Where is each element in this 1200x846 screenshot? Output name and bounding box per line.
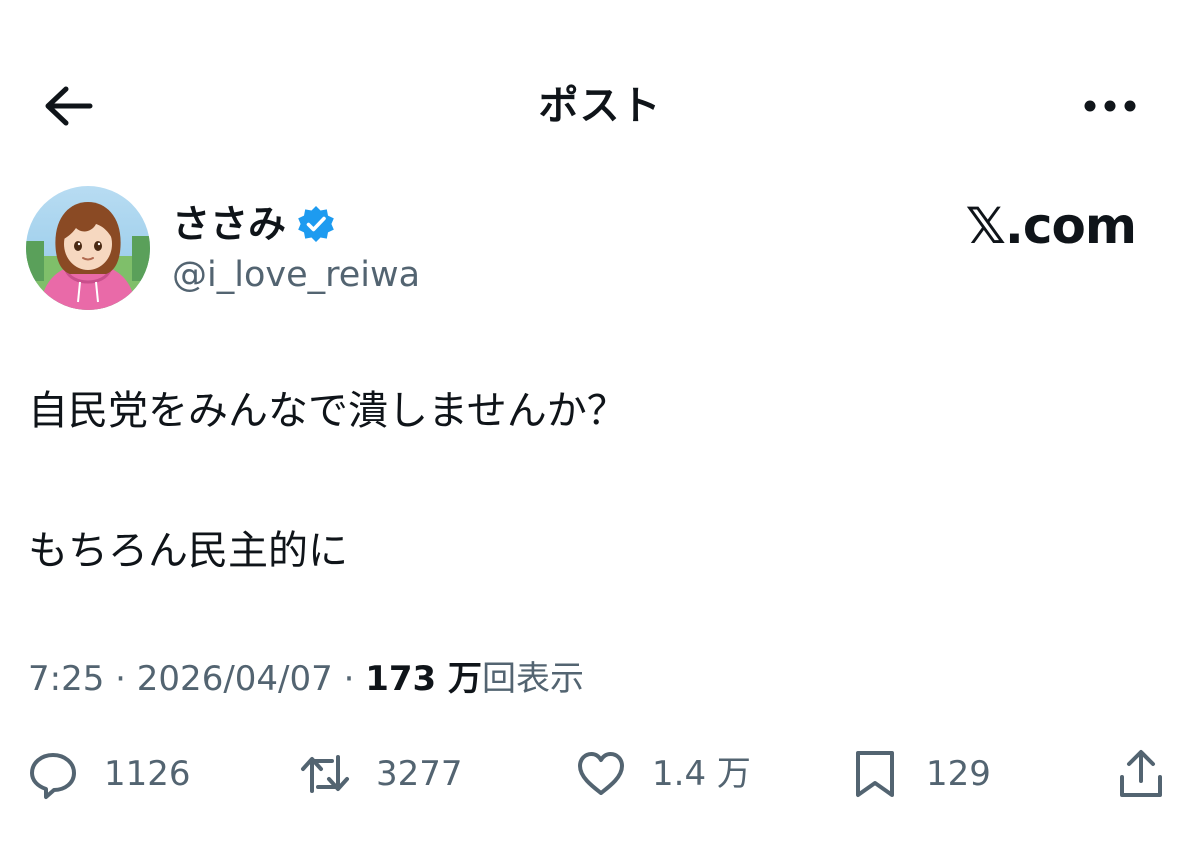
post-date[interactable]: 2026/04/07 (137, 659, 333, 699)
reply-count: 1126 (104, 754, 191, 794)
display-name[interactable]: ささみ (172, 198, 336, 250)
like-button[interactable]: 1.4 万 (574, 744, 751, 804)
user-handle[interactable]: @i_love_reiwa (172, 250, 420, 300)
bookmark-button[interactable]: 129 (848, 744, 991, 804)
post-time[interactable]: 7:25 (28, 659, 104, 699)
display-name-text: ささみ (172, 202, 287, 246)
page-title: ポスト (538, 83, 662, 129)
retweet-icon (301, 755, 349, 793)
retweet-count: 3277 (376, 754, 463, 794)
tweet-meta: 7:25 · 2026/04/07 · 173 万回表示 (28, 654, 584, 704)
view-label: 回表示 (482, 659, 585, 699)
view-count[interactable]: 173 万 (365, 659, 482, 699)
reply-button[interactable]: 1126 (26, 744, 191, 804)
like-count: 1.4 万 (652, 754, 751, 794)
meta-separator: · (115, 659, 126, 699)
heart-icon (578, 752, 624, 795)
brand-watermark: 𝕏.com (965, 197, 1137, 255)
tweet-text-line: もちろん民主的に (28, 528, 348, 574)
avatar[interactable] (26, 186, 150, 310)
share-icon (1120, 750, 1162, 797)
bookmark-count: 129 (926, 754, 991, 794)
bookmark-icon (856, 751, 894, 797)
retweet-button[interactable]: 3277 (298, 744, 463, 804)
ellipsis-icon (1084, 100, 1136, 112)
reply-icon (30, 753, 76, 799)
share-button[interactable] (1114, 744, 1168, 804)
post-detail-page: ポスト ささみ @i_love_reiwa 𝕏.com 自民党をみんなで潰しませ… (0, 0, 1200, 846)
avatar-image (26, 186, 150, 310)
more-options-button[interactable] (1080, 82, 1140, 130)
tweet-text-line: 自民党をみんなで潰しませんか？ (28, 388, 627, 434)
meta-separator: · (343, 659, 355, 699)
verified-badge-icon (298, 206, 334, 242)
